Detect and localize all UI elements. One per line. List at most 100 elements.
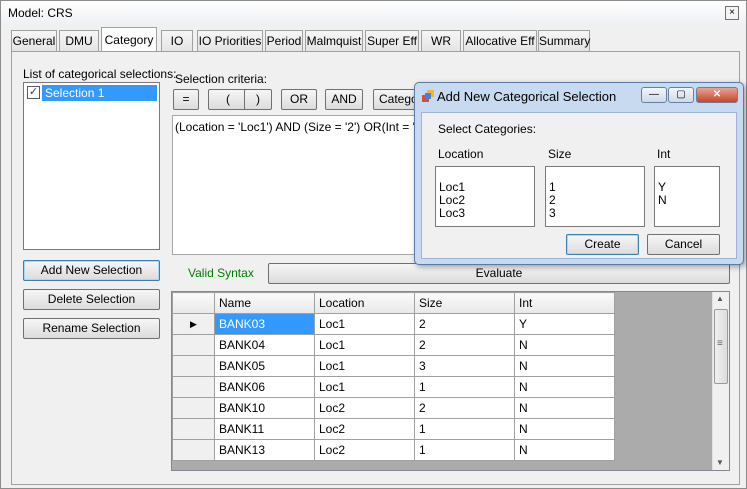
tab-wr[interactable]: WR	[421, 30, 461, 51]
open-paren-button[interactable]: (	[208, 89, 248, 110]
category-header-location: Location	[438, 147, 484, 161]
table-cell[interactable]: BANK06	[214, 376, 315, 398]
list-item[interactable]: ✓ Selection 1	[26, 85, 157, 101]
add-new-selection-button[interactable]: Add New Selection	[23, 260, 160, 281]
table-cell[interactable]: 2	[414, 397, 515, 419]
row-header[interactable]	[172, 418, 215, 440]
selection-label[interactable]: Selection 1	[42, 85, 157, 101]
table-cell[interactable]: Loc1	[314, 355, 415, 377]
header-row: Name Location Size Int	[172, 292, 615, 314]
create-button[interactable]: Create	[566, 234, 639, 255]
tab-io-priorities[interactable]: IO Priorities	[197, 30, 263, 51]
table-cell[interactable]: Loc1	[314, 313, 415, 335]
row-header[interactable]	[172, 397, 215, 419]
table-row[interactable]: BANK04 Loc1 2 N	[172, 334, 615, 356]
table-cell[interactable]: Loc1	[314, 334, 415, 356]
current-row-indicator[interactable]: ▶	[172, 313, 215, 335]
int-values-list[interactable]: Y N	[654, 166, 720, 227]
table-cell[interactable]: BANK03	[214, 313, 315, 335]
table-cell[interactable]: 1	[414, 376, 515, 398]
list-item[interactable]: N	[658, 194, 719, 207]
select-categories-label: Select Categories:	[438, 122, 537, 136]
table-cell[interactable]: Loc1	[314, 376, 415, 398]
size-values-list[interactable]: 1 2 3	[545, 166, 645, 227]
dialog-title: Add New Categorical Selection	[437, 89, 617, 104]
category-header-int: Int	[657, 147, 671, 161]
table-cell[interactable]: BANK05	[214, 355, 315, 377]
table-cell[interactable]: Loc2	[314, 439, 415, 461]
list-item[interactable]: Y	[658, 181, 719, 194]
column-header-int[interactable]: Int	[514, 292, 615, 314]
list-item[interactable]: 3	[549, 207, 644, 220]
table-row[interactable]: BANK13 Loc2 1 N	[172, 439, 615, 461]
row-header[interactable]	[172, 439, 215, 461]
list-item[interactable]: 2	[549, 194, 644, 207]
tab-general[interactable]: General	[11, 30, 57, 51]
table-row[interactable]: BANK10 Loc2 2 N	[172, 397, 615, 419]
row-header[interactable]	[172, 355, 215, 377]
or-button[interactable]: OR	[281, 89, 317, 110]
table-cell[interactable]: N	[514, 397, 615, 419]
tab-io[interactable]: IO	[161, 30, 193, 51]
location-values-list[interactable]: Loc1 Loc2 Loc3	[435, 166, 535, 227]
column-header-name[interactable]: Name	[214, 292, 315, 314]
add-categorical-selection-dialog: Add New Categorical Selection — ▢ ✕ Sele…	[414, 82, 744, 265]
dialog-body: Select Categories: Location Size Int Loc…	[421, 112, 737, 259]
table-cell[interactable]: 1	[414, 418, 515, 440]
list-item[interactable]: Loc3	[439, 207, 534, 220]
table-cell[interactable]: BANK04	[214, 334, 315, 356]
tab-dmu[interactable]: DMU	[59, 30, 99, 51]
table-cell[interactable]: N	[514, 355, 615, 377]
table-row[interactable]: BANK06 Loc1 1 N	[172, 376, 615, 398]
tab-malmquist[interactable]: Malmquist	[305, 30, 363, 51]
rename-selection-button[interactable]: Rename Selection	[23, 318, 160, 339]
equals-button[interactable]: =	[173, 89, 199, 110]
maximize-button[interactable]: ▢	[668, 87, 694, 103]
table-cell[interactable]: N	[514, 376, 615, 398]
table-cell[interactable]: Y	[514, 313, 615, 335]
table-cell[interactable]: BANK10	[214, 397, 315, 419]
scroll-up-arrow-icon[interactable]: ▲	[716, 294, 724, 303]
table-row[interactable]: BANK05 Loc1 3 N	[172, 355, 615, 377]
scroll-down-arrow-icon[interactable]: ▼	[716, 458, 724, 467]
table-cell[interactable]: 3	[414, 355, 515, 377]
table-row[interactable]: BANK11 Loc2 1 N	[172, 418, 615, 440]
selections-list[interactable]: ✓ Selection 1	[23, 82, 160, 250]
app-icon	[422, 90, 434, 102]
table-cell[interactable]: N	[514, 439, 615, 461]
and-button[interactable]: AND	[325, 89, 363, 110]
delete-selection-button[interactable]: Delete Selection	[23, 289, 160, 310]
table-row[interactable]: ▶ BANK03 Loc1 2 Y	[172, 313, 615, 335]
data-grid[interactable]: Name Location Size Int ▶ BANK03 Loc1 2 Y…	[171, 291, 730, 471]
list-item[interactable]: 1	[549, 181, 644, 194]
close-dialog-button[interactable]: ✕	[696, 87, 738, 103]
minimize-button[interactable]: —	[641, 87, 667, 103]
table-cell[interactable]: Loc2	[314, 397, 415, 419]
column-header-size[interactable]: Size	[414, 292, 515, 314]
tab-allocative-eff[interactable]: Allocative Eff	[463, 30, 537, 51]
table-cell[interactable]: N	[514, 334, 615, 356]
table-cell[interactable]: BANK13	[214, 439, 315, 461]
grip-icon: ≡	[717, 338, 723, 349]
table-cell[interactable]: BANK11	[214, 418, 315, 440]
selection-checkbox[interactable]: ✓	[27, 86, 40, 99]
row-header[interactable]	[172, 334, 215, 356]
cancel-button[interactable]: Cancel	[647, 234, 720, 255]
tab-summary[interactable]: Summary	[538, 30, 590, 51]
column-header-location[interactable]: Location	[314, 292, 415, 314]
tab-super-eff[interactable]: Super Eff	[365, 30, 419, 51]
close-window-button[interactable]: ×	[725, 6, 739, 20]
row-header[interactable]	[172, 376, 215, 398]
table-cell[interactable]: 2	[414, 334, 515, 356]
table-cell[interactable]: 2	[414, 313, 515, 335]
table-cell[interactable]: N	[514, 418, 615, 440]
close-paren-button[interactable]: )	[244, 89, 272, 110]
table-cell[interactable]: 1	[414, 439, 515, 461]
table-cell[interactable]: Loc2	[314, 418, 415, 440]
grid-vertical-scrollbar[interactable]: ▲ ≡ ▼	[712, 292, 729, 470]
tab-period[interactable]: Period	[265, 30, 303, 51]
window-title: Model: CRS	[8, 6, 73, 20]
scrollbar-thumb[interactable]: ≡	[714, 309, 728, 384]
evaluate-button[interactable]: Evaluate	[268, 263, 730, 284]
tab-category[interactable]: Category	[101, 27, 157, 52]
